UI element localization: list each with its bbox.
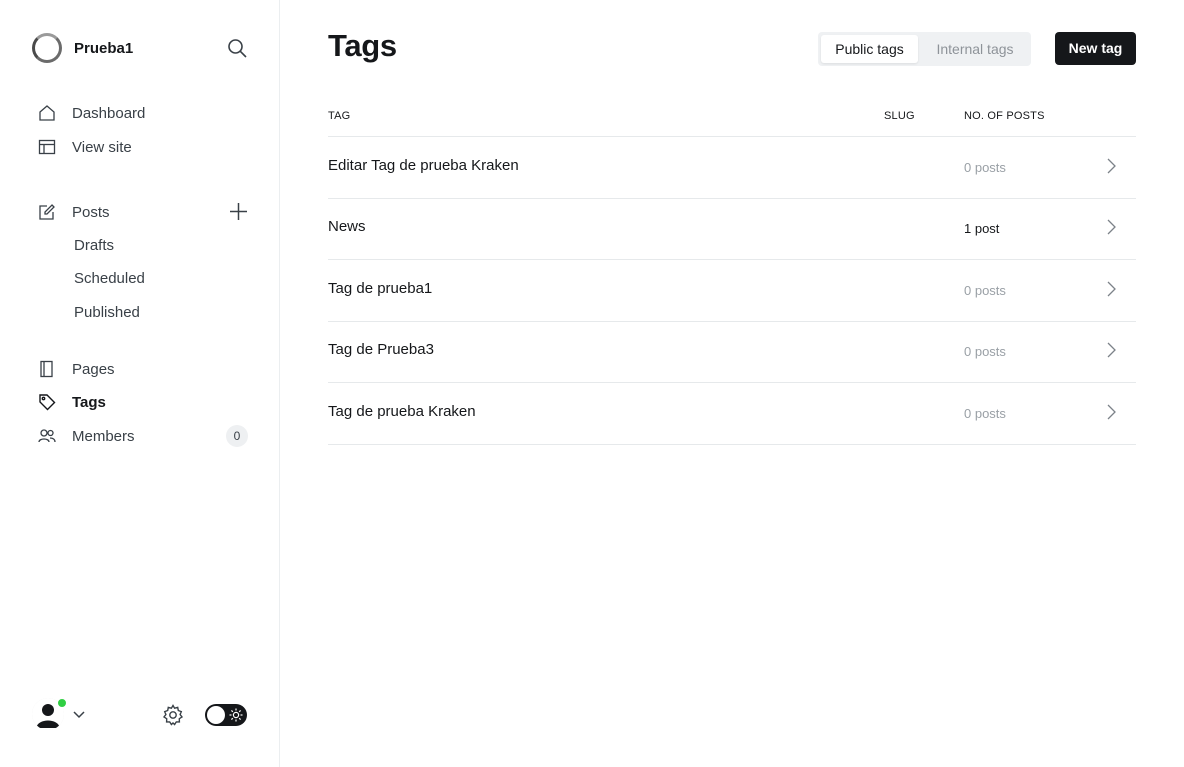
tag-name: News xyxy=(328,218,366,235)
site-brand[interactable]: Prueba1 xyxy=(32,33,133,63)
column-header-tag: TAG xyxy=(328,110,351,122)
chevron-right-icon xyxy=(1107,281,1116,297)
tag-name: Editar Tag de prueba Kraken xyxy=(328,157,519,174)
site-name: Prueba1 xyxy=(74,39,134,57)
page-title: Tags xyxy=(328,28,397,63)
sidebar-item-label: Tags xyxy=(72,393,106,411)
sidebar-subitem-drafts[interactable]: Drafts xyxy=(74,236,114,256)
tag-name: Tag de Prueba3 xyxy=(328,341,434,358)
sidebar-item-posts[interactable]: Posts xyxy=(38,201,110,223)
post-count: 1 post xyxy=(964,221,1000,236)
sidebar-item-members[interactable]: Members xyxy=(38,425,135,447)
tab-public-tags[interactable]: Public tags xyxy=(821,35,918,63)
sidebar-item-label: View site xyxy=(72,138,132,156)
tag-name: Tag de prueba Kraken xyxy=(328,403,476,420)
chevron-right-icon xyxy=(1107,404,1116,420)
column-header-posts: NO. OF POSTS xyxy=(964,110,1045,122)
new-tag-button[interactable]: New tag xyxy=(1055,32,1136,65)
post-count: 0 posts xyxy=(964,406,1006,421)
sidebar-item-label: Posts xyxy=(72,203,110,221)
table-row[interactable]: News 1 post xyxy=(328,198,1136,260)
sidebar-item-label: Pages xyxy=(72,360,115,378)
table-row[interactable]: Tag de Prueba3 0 posts xyxy=(328,321,1136,383)
edit-icon xyxy=(39,204,55,220)
table-row[interactable]: Tag de prueba1 0 posts xyxy=(328,260,1136,322)
post-count: 0 posts xyxy=(964,344,1006,359)
sidebar-item-label: Dashboard xyxy=(72,104,146,122)
sidebar-item-tags[interactable]: Tags xyxy=(38,391,106,413)
column-header-slug: SLUG xyxy=(884,110,915,122)
sidebar-item-dashboard[interactable]: Dashboard xyxy=(38,102,145,124)
table-row[interactable]: Tag de prueba Kraken 0 posts xyxy=(328,383,1136,445)
gear-icon[interactable] xyxy=(161,703,185,727)
post-count: 0 posts xyxy=(964,283,1006,298)
chevron-right-icon xyxy=(1107,158,1116,174)
sidebar: Prueba1 Dashboard View site Posts Drafts… xyxy=(0,0,280,767)
site-logo-icon xyxy=(32,33,62,63)
tag-icon xyxy=(39,394,56,411)
tag-type-switch: Public tags Internal tags xyxy=(818,32,1031,66)
toggle-knob xyxy=(207,706,225,724)
theme-toggle[interactable] xyxy=(205,704,247,726)
chevron-right-icon xyxy=(1107,342,1116,358)
tag-name: Tag de prueba1 xyxy=(328,280,433,297)
sidebar-item-pages[interactable]: Pages xyxy=(38,358,115,380)
plus-icon[interactable] xyxy=(228,201,249,222)
sidebar-item-view-site[interactable]: View site xyxy=(38,136,132,158)
chevron-right-icon xyxy=(1107,219,1116,235)
sidebar-subitem-scheduled[interactable]: Scheduled xyxy=(74,269,145,289)
sidebar-item-label: Members xyxy=(72,427,135,445)
chevron-down-icon xyxy=(73,711,85,719)
online-status-dot xyxy=(57,698,67,708)
tab-internal-tags[interactable]: Internal tags xyxy=(922,35,1028,63)
page-icon xyxy=(40,360,53,378)
members-count-badge: 0 xyxy=(226,425,248,447)
home-icon xyxy=(39,105,55,121)
sun-icon xyxy=(229,708,243,722)
search-icon[interactable] xyxy=(226,37,248,59)
table-row[interactable]: Editar Tag de prueba Kraken 0 posts xyxy=(328,137,1136,199)
layout-icon xyxy=(38,139,56,155)
sidebar-subitem-published[interactable]: Published xyxy=(74,303,140,323)
members-icon xyxy=(38,429,56,443)
post-count: 0 posts xyxy=(964,160,1006,175)
